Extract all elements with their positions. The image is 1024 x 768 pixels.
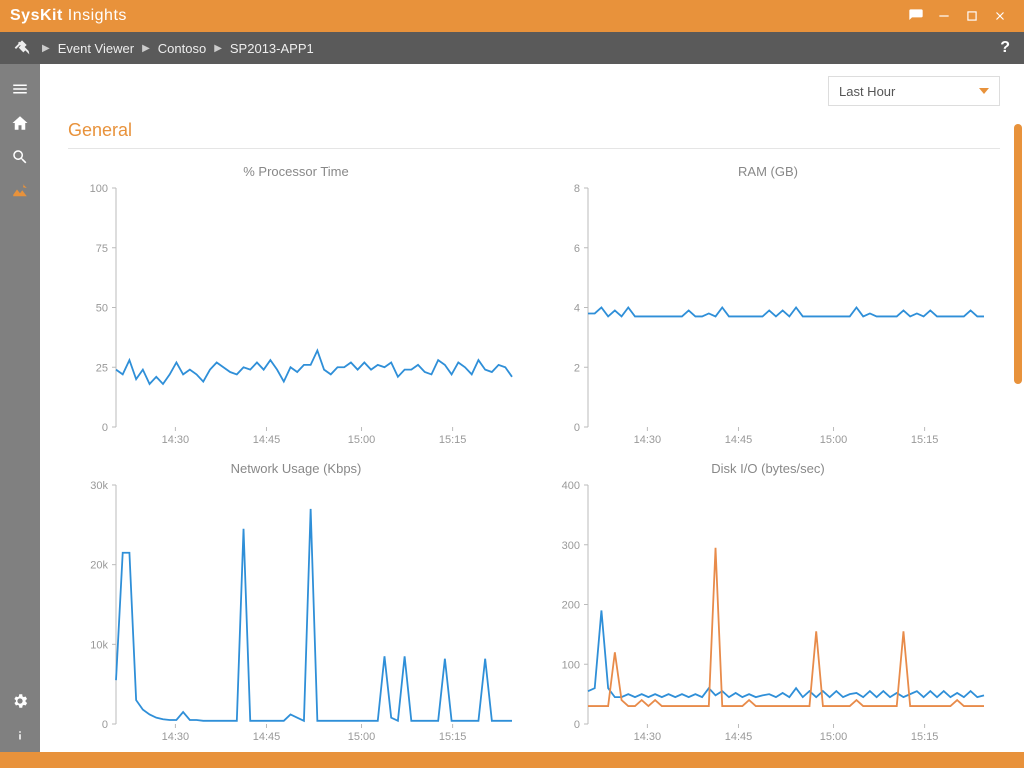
chart-title-disk: Disk I/O (bytes/sec) xyxy=(532,455,1004,476)
help-icon[interactable]: ? xyxy=(1000,39,1010,57)
svg-text:10k: 10k xyxy=(90,639,108,651)
svg-text:25: 25 xyxy=(96,362,108,374)
svg-text:0: 0 xyxy=(102,422,108,434)
svg-text:15:00: 15:00 xyxy=(820,731,848,743)
section-title: General xyxy=(68,120,132,141)
performance-icon[interactable] xyxy=(0,174,40,208)
titlebar: SysKit Insights xyxy=(0,0,1024,32)
chart-title-cpu: % Processor Time xyxy=(60,158,532,179)
timerange-dropdown[interactable]: Last Hour xyxy=(828,76,1000,106)
svg-text:0: 0 xyxy=(102,719,108,731)
svg-text:14:45: 14:45 xyxy=(725,434,753,446)
svg-text:30k: 30k xyxy=(90,480,108,492)
svg-text:75: 75 xyxy=(96,243,108,255)
app-name-light: Insights xyxy=(68,7,127,24)
svg-text:6: 6 xyxy=(574,243,580,255)
svg-text:15:15: 15:15 xyxy=(439,731,467,743)
tools-icon[interactable] xyxy=(14,39,30,58)
svg-text:200: 200 xyxy=(562,600,580,612)
charts-grid: % Processor Time 0 25 50 75 100 14:30 14:45 15:… xyxy=(60,158,1004,752)
breadcrumb-item-0[interactable]: Event Viewer xyxy=(58,41,134,56)
footer-bar xyxy=(0,752,1024,768)
divider xyxy=(68,148,1000,149)
svg-text:100: 100 xyxy=(562,659,580,671)
chart-cpu: % Processor Time 0 25 50 75 100 14:30 14:45 15:… xyxy=(60,158,532,455)
svg-text:14:30: 14:30 xyxy=(634,731,662,743)
sidebar xyxy=(0,64,40,752)
close-button[interactable] xyxy=(986,2,1014,30)
chevron-right-icon: ▶ xyxy=(42,43,50,54)
app-name-bold: SysKit xyxy=(10,7,63,24)
app-logo: SysKit Insights xyxy=(10,7,127,25)
svg-text:2: 2 xyxy=(574,362,580,374)
svg-text:400: 400 xyxy=(562,480,580,492)
svg-text:14:45: 14:45 xyxy=(725,731,753,743)
chart-disk: Disk I/O (bytes/sec) 0 100 200 300 400 14:30 1… xyxy=(532,455,1004,752)
gear-icon[interactable] xyxy=(0,684,40,718)
svg-text:14:30: 14:30 xyxy=(162,731,190,743)
svg-text:14:30: 14:30 xyxy=(634,434,662,446)
svg-text:50: 50 xyxy=(96,303,108,315)
timerange-label: Last Hour xyxy=(839,84,895,99)
chart-title-ram: RAM (GB) xyxy=(532,158,1004,179)
svg-text:15:15: 15:15 xyxy=(439,434,467,446)
main-content: Last Hour General % Processor Time 0 25 50… xyxy=(40,64,1024,752)
svg-text:100: 100 xyxy=(90,183,108,195)
chevron-right-icon: ▶ xyxy=(142,43,150,54)
svg-text:15:00: 15:00 xyxy=(820,434,848,446)
svg-text:0: 0 xyxy=(574,422,580,434)
hamburger-icon[interactable] xyxy=(0,72,40,106)
svg-text:15:15: 15:15 xyxy=(911,434,939,446)
info-icon[interactable] xyxy=(0,718,40,752)
breadcrumb-item-1[interactable]: Contoso xyxy=(158,41,206,56)
breadcrumb: ▶ Event Viewer ▶ Contoso ▶ SP2013-APP1 ? xyxy=(0,32,1024,64)
svg-text:300: 300 xyxy=(562,540,580,552)
breadcrumb-item-2[interactable]: SP2013-APP1 xyxy=(230,41,314,56)
svg-text:15:00: 15:00 xyxy=(348,731,376,743)
feedback-icon[interactable] xyxy=(902,2,930,30)
svg-text:14:30: 14:30 xyxy=(162,434,190,446)
svg-text:15:15: 15:15 xyxy=(911,731,939,743)
svg-text:15:00: 15:00 xyxy=(348,434,376,446)
svg-text:14:45: 14:45 xyxy=(253,434,281,446)
search-icon[interactable] xyxy=(0,140,40,174)
chevron-down-icon xyxy=(979,88,989,94)
minimize-button[interactable] xyxy=(930,2,958,30)
svg-text:0: 0 xyxy=(574,719,580,731)
chevron-right-icon: ▶ xyxy=(214,43,222,54)
svg-text:14:45: 14:45 xyxy=(253,731,281,743)
chart-ram: RAM (GB) 0 2 4 6 8 14:30 14:45 15:00 15:15 xyxy=(532,158,1004,455)
svg-text:4: 4 xyxy=(574,303,580,315)
maximize-button[interactable] xyxy=(958,2,986,30)
scrollbar[interactable] xyxy=(1014,124,1022,384)
svg-text:8: 8 xyxy=(574,183,580,195)
chart-title-net: Network Usage (Kbps) xyxy=(60,455,532,476)
svg-text:20k: 20k xyxy=(90,560,108,572)
home-icon[interactable] xyxy=(0,106,40,140)
chart-net: Network Usage (Kbps) 0 10k 20k 30k 14:30 14:4… xyxy=(60,455,532,752)
